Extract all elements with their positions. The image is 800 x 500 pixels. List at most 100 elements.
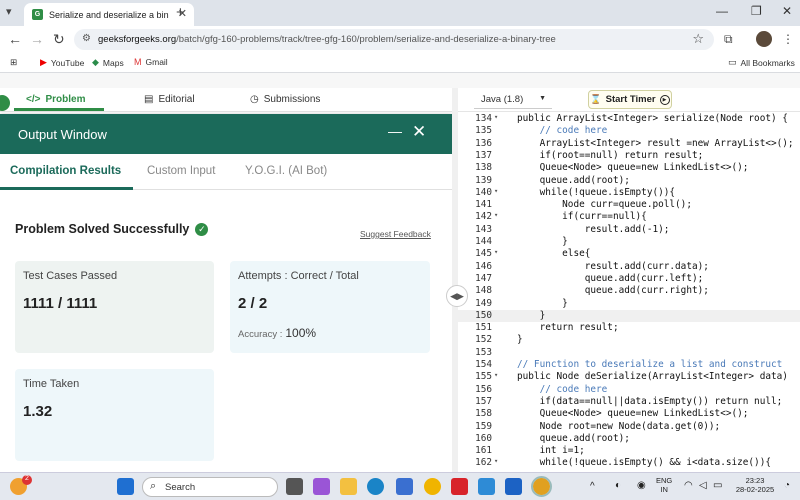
bookmark-gmail[interactable]: M Gmail <box>134 57 168 67</box>
line-number: 161 <box>475 445 492 457</box>
bookmark-star-icon[interactable]: ☆ <box>692 31 704 47</box>
chrome-canary-icon[interactable] <box>424 478 441 495</box>
input-language[interactable]: ENG IN <box>656 476 672 494</box>
line-number: 134 <box>475 113 492 124</box>
line-number: 135 <box>475 125 492 137</box>
code-line[interactable]: 145 ▾ else{ <box>458 248 800 260</box>
fold-arrow-icon[interactable]: ▾ <box>494 211 498 219</box>
close-window-icon[interactable]: ✕ <box>782 4 792 18</box>
code-line[interactable]: 155 ▾ public Node deSerialize(ArrayList<In… <box>458 371 800 383</box>
chrome-icon[interactable] <box>531 476 552 497</box>
code-line[interactable]: 161 int i=1; <box>458 445 800 457</box>
tray-apps-icon[interactable]: ◐ <box>615 480 621 491</box>
tab-custom-input[interactable]: Custom Input <box>147 165 215 177</box>
line-number: 143 <box>475 223 492 235</box>
code-line[interactable]: 138 Queue<Node> queue=new LinkedList<>()… <box>458 162 800 174</box>
forward-icon[interactable]: → <box>30 31 44 47</box>
minimize-window-icon[interactable]: — <box>716 4 728 18</box>
code-line[interactable]: 157 if(data==null||data.isEmpty()) retur… <box>458 396 800 408</box>
code-line[interactable]: 139 queue.add(root); <box>458 175 800 187</box>
taskbar-search[interactable]: ⌕ Search <box>142 477 278 497</box>
code-line[interactable]: 160 queue.add(root); <box>458 433 800 445</box>
minimize-icon[interactable]: — <box>388 123 402 139</box>
site-info-icon[interactable]: ⚙ <box>82 33 91 44</box>
accuracy: Accuracy :100% <box>238 326 316 340</box>
code-line[interactable]: 142 ▾ if(curr==null){ <box>458 211 800 223</box>
all-bookmarks-label: All Bookmarks <box>740 57 795 68</box>
fold-arrow-icon[interactable]: ▾ <box>494 187 498 195</box>
tab-search-icon[interactable]: ▾ <box>6 5 12 18</box>
outlook-icon[interactable] <box>505 478 522 495</box>
code-editor[interactable]: 134 ▾ public ArrayList<Integer> serialize(… <box>458 113 800 472</box>
fold-arrow-icon[interactable]: ▾ <box>494 248 498 256</box>
start-timer-button[interactable]: ⌛ Start Timer ▶ <box>588 90 672 109</box>
region-label: IN <box>660 485 668 494</box>
line-number: 139 <box>475 174 492 186</box>
problem-tabs: </> Problem ▤ Editorial ◷ Submissions <box>0 88 452 112</box>
fold-arrow-icon[interactable]: ▾ <box>494 371 498 379</box>
start-windows-icon[interactable] <box>117 478 134 495</box>
profile-avatar[interactable] <box>756 31 772 47</box>
battery-icon[interactable]: ▭ <box>713 480 722 491</box>
task-view-icon[interactable] <box>286 478 303 495</box>
store-icon[interactable] <box>396 478 413 495</box>
fold-arrow-icon[interactable]: ▾ <box>494 457 498 465</box>
code-line[interactable]: 156 // code here <box>458 384 800 396</box>
apps-grid-icon[interactable]: ⊞ <box>10 57 17 68</box>
code-line[interactable]: 149 } <box>458 298 800 310</box>
wifi-icon[interactable]: ◠ <box>684 480 693 491</box>
code-line[interactable]: 159 Node root=new Node(data.get(0)); <box>458 421 800 433</box>
restore-window-icon[interactable]: ❐ <box>751 4 762 18</box>
close-icon[interactable]: ✕ <box>412 122 426 142</box>
suggest-feedback-link[interactable]: Suggest Feedback <box>360 229 431 239</box>
tray-chevron-icon[interactable]: ^ <box>590 481 595 492</box>
code-line[interactable]: 134 ▾ public ArrayList<Integer> serialize(… <box>458 113 800 125</box>
code-line[interactable]: 152} <box>458 334 800 346</box>
new-tab-icon[interactable]: + <box>176 4 185 21</box>
code-line[interactable]: 153 <box>458 347 800 359</box>
code-line[interactable]: 135 // code here <box>458 125 800 137</box>
clock[interactable]: 23:23 28-02-2025 <box>731 476 779 494</box>
all-bookmarks[interactable]: ▭ All Bookmarks <box>728 57 795 68</box>
address-bar[interactable]: ⚙ geeksforgeeks.org/batch/gfg-160-proble… <box>74 29 714 50</box>
browser-tab-active[interactable]: G Serialize and deserialize a binar ✕ <box>24 3 194 26</box>
mcafee-icon[interactable] <box>451 478 468 495</box>
code-text: result.add(curr.data); <box>517 260 709 272</box>
tab-editorial[interactable]: ▤ Editorial <box>144 94 195 105</box>
edge-icon[interactable] <box>367 478 384 495</box>
fold-arrow-icon[interactable]: ▾ <box>494 113 498 121</box>
volume-icon[interactable]: ◁ <box>699 480 707 491</box>
tab-yogi-ai-bot[interactable]: Y.O.G.I. (AI Bot) <box>245 165 327 177</box>
code-line[interactable]: 162 ▾ while(!queue.isEmpty() && i<data.si… <box>458 457 800 469</box>
tray-app2-icon[interactable]: ◉ <box>637 480 646 491</box>
app-icon[interactable] <box>478 478 495 495</box>
copilot-icon[interactable] <box>313 478 330 495</box>
code-line[interactable]: 141 Node curr=queue.poll(); <box>458 199 800 211</box>
code-line[interactable]: 146 result.add(curr.data); <box>458 261 800 273</box>
code-line[interactable]: 143 result.add(-1); <box>458 224 800 236</box>
language-select[interactable]: Java (1.8) ▼ <box>474 92 552 109</box>
code-line[interactable]: 151 return result; <box>458 322 800 334</box>
code-line[interactable]: 150 } <box>458 309 800 323</box>
bookmark-maps[interactable]: ◆ Maps <box>92 57 124 68</box>
browser-menu-icon[interactable]: ⋮ <box>782 32 794 46</box>
code-line[interactable]: 154 // Function to deserialize a list and… <box>458 359 800 371</box>
code-line[interactable]: 137 if(root==null) return result; <box>458 150 800 162</box>
code-line[interactable]: 158 Queue<Node> queue=new LinkedList<>()… <box>458 408 800 420</box>
tab-submissions[interactable]: ◷ Submissions <box>250 94 320 105</box>
tab-compilation-results[interactable]: Compilation Results <box>10 165 121 177</box>
code-line[interactable]: 147 queue.add(curr.left); <box>458 273 800 285</box>
output-window-header: Output Window — ✕ <box>0 114 452 154</box>
back-icon[interactable]: ← <box>8 31 22 47</box>
code-line[interactable]: 136 ArrayList<Integer> result =new Array… <box>458 138 800 150</box>
bookmark-youtube[interactable]: ▶ YouTube <box>40 57 84 68</box>
tab-problem[interactable]: </> Problem <box>26 94 85 105</box>
file-explorer-icon[interactable] <box>340 478 357 495</box>
notifications-icon[interactable]: ◔ <box>784 480 790 491</box>
code-line[interactable]: 148 queue.add(curr.right); <box>458 285 800 297</box>
code-line[interactable]: 144 } <box>458 236 800 248</box>
reload-icon[interactable]: ↻ <box>53 31 65 48</box>
code-line[interactable]: 140 ▾ while(!queue.isEmpty()){ <box>458 187 800 199</box>
extensions-icon[interactable]: ⧉ <box>724 32 733 47</box>
active-output-tab-indicator <box>0 187 133 190</box>
